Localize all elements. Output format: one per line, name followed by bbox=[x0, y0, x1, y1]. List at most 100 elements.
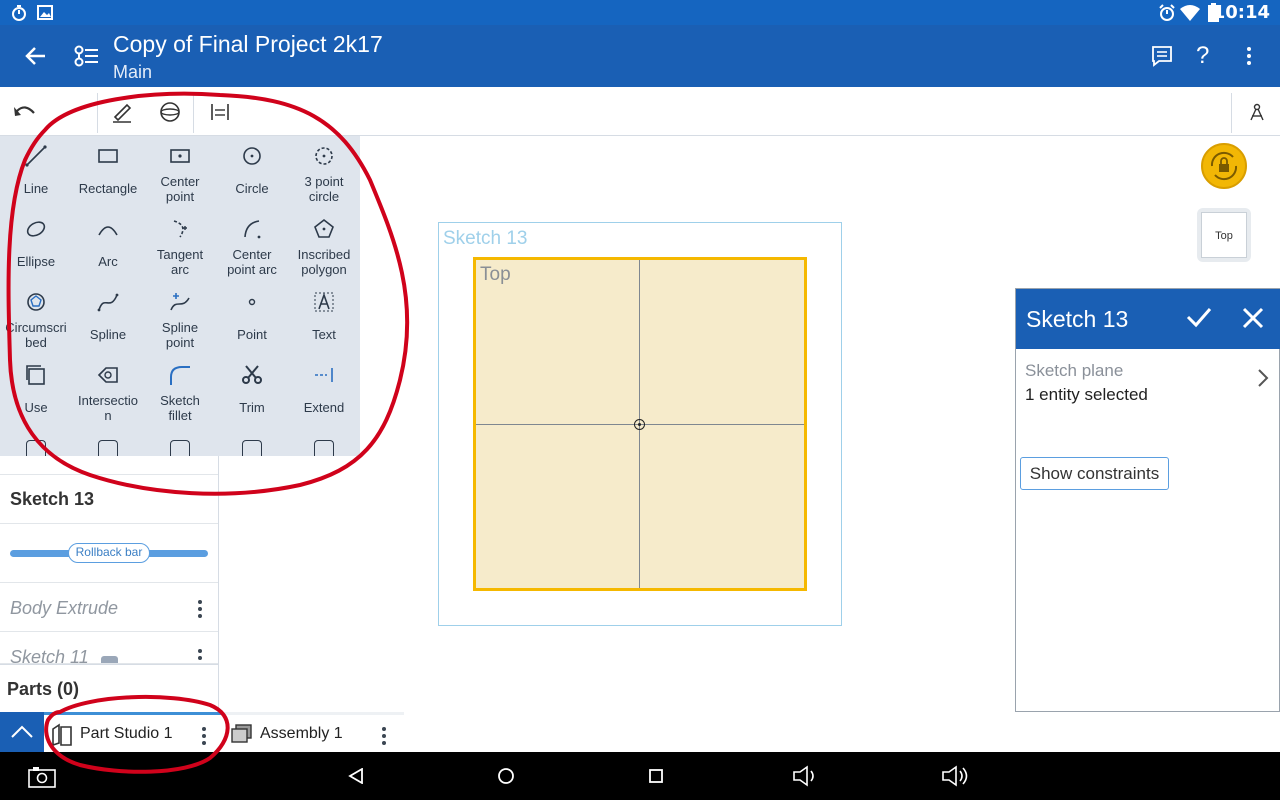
tool-tangent-arc[interactable]: Tangent arc bbox=[144, 209, 216, 282]
dialog-header: Sketch 13 bbox=[1016, 289, 1280, 349]
tool-label: Rectangle bbox=[78, 181, 138, 196]
compass-icon bbox=[1249, 103, 1264, 120]
spline-point-icon bbox=[170, 293, 190, 311]
sketch-plane-label: Sketch plane bbox=[1025, 361, 1124, 380]
sphere-icon bbox=[159, 101, 180, 122]
tool-spline[interactable]: Spline bbox=[72, 282, 144, 355]
sketch-tool-button[interactable] bbox=[97, 87, 146, 136]
tab-menu-icon[interactable] bbox=[201, 727, 207, 748]
point-icon bbox=[248, 298, 256, 306]
view-lock-button[interactable] bbox=[1201, 143, 1247, 189]
tool-spline-point[interactable]: Spline point bbox=[144, 282, 216, 355]
circumscribed-polygon-icon bbox=[27, 293, 45, 311]
tool-center-point-rectangle[interactable]: Center point bbox=[144, 136, 216, 209]
tool-trim[interactable]: Trim bbox=[216, 355, 288, 428]
tool-label: Tangent arc bbox=[156, 247, 204, 277]
tool-rectangle[interactable]: Rectangle bbox=[72, 136, 144, 209]
rollback-row[interactable]: Rollback bar bbox=[0, 524, 218, 583]
tool-extend[interactable]: Extend bbox=[288, 355, 360, 428]
feature-menu-icon[interactable] bbox=[197, 649, 203, 663]
tab-part-studio[interactable]: Part Studio 1 bbox=[44, 712, 222, 752]
circle-icon bbox=[243, 147, 261, 165]
back-arrow-icon[interactable] bbox=[25, 46, 47, 66]
partial-tool-icon[interactable] bbox=[242, 440, 262, 456]
feature-item-active[interactable]: Sketch 13 bbox=[0, 475, 218, 524]
3d-view-button[interactable] bbox=[145, 87, 194, 136]
list-scroll-handle[interactable] bbox=[101, 656, 118, 663]
tool-point[interactable]: Point bbox=[216, 282, 288, 355]
tool-use[interactable]: Use bbox=[0, 355, 72, 428]
tool-sketch-fillet[interactable]: Sketch fillet bbox=[144, 355, 216, 428]
view-cube-face[interactable]: Top bbox=[1201, 212, 1247, 258]
volume-up-icon[interactable] bbox=[941, 765, 971, 787]
origin-point[interactable] bbox=[634, 419, 645, 430]
tool-label: 3 point circle bbox=[304, 174, 344, 204]
toolbar bbox=[0, 87, 1280, 136]
recents-nav-icon[interactable] bbox=[648, 768, 664, 784]
undo-icon bbox=[13, 105, 35, 116]
feature-menu-icon[interactable] bbox=[197, 600, 203, 621]
tool-label: Center point bbox=[160, 174, 200, 204]
top-plane[interactable]: Top bbox=[473, 257, 807, 591]
use-icon bbox=[26, 365, 45, 385]
assembly-icon bbox=[231, 724, 252, 743]
partial-tool-icon[interactable] bbox=[26, 440, 46, 456]
tab-menu-icon[interactable] bbox=[381, 727, 387, 748]
tool-label: Use bbox=[24, 400, 48, 415]
tab-assembly[interactable]: Assembly 1 bbox=[222, 712, 404, 752]
tool-label: Line bbox=[23, 181, 49, 196]
partial-tool-icon[interactable] bbox=[98, 440, 118, 456]
sketch-tools-panel: Line Rectangle Center point Circle 3 point cir… bbox=[0, 136, 360, 456]
help-button[interactable]: ? bbox=[1196, 42, 1209, 70]
stopwatch-icon bbox=[12, 5, 26, 21]
clock: 10:14 bbox=[1212, 2, 1270, 23]
alarm-icon bbox=[1159, 4, 1175, 21]
tool-circumscribed-polygon[interactable]: Circumscri bed bbox=[0, 282, 72, 355]
accept-check-icon[interactable] bbox=[1186, 306, 1212, 328]
tangent-arc-icon bbox=[173, 220, 187, 238]
tool-label: Circumscri bed bbox=[5, 320, 67, 350]
tool-label: Point bbox=[237, 327, 267, 342]
partial-tool-icon[interactable] bbox=[314, 440, 334, 456]
close-icon[interactable] bbox=[1242, 307, 1264, 329]
sketch-plane-value: 1 entity selected bbox=[1025, 385, 1148, 404]
tool-circle[interactable]: Circle bbox=[216, 136, 288, 209]
back-nav-icon[interactable] bbox=[348, 768, 364, 784]
show-constraints-button[interactable]: Show constraints bbox=[1020, 457, 1169, 490]
system-nav-bar bbox=[0, 752, 1280, 800]
list-item[interactable]: Sketch 11 bbox=[0, 632, 218, 664]
feature-label: Sketch 11 bbox=[10, 647, 89, 664]
dimension-tool-button[interactable] bbox=[195, 87, 244, 136]
sketch-label: Sketch 13 bbox=[443, 228, 528, 249]
screenshot-icon[interactable] bbox=[27, 766, 57, 788]
partial-tool-icon[interactable] bbox=[170, 440, 190, 456]
home-nav-icon[interactable] bbox=[497, 767, 515, 785]
appearance-button[interactable] bbox=[1232, 87, 1280, 136]
expand-tabs-button[interactable] bbox=[0, 712, 44, 752]
comments-icon[interactable] bbox=[1151, 45, 1173, 67]
active-feature-label: Sketch 13 bbox=[10, 489, 95, 509]
overflow-menu-icon[interactable] bbox=[1246, 47, 1252, 68]
center-point-rectangle-icon bbox=[170, 149, 190, 163]
tool-intersection[interactable]: Intersectio n bbox=[72, 355, 144, 428]
tool-label: Sketch fillet bbox=[160, 393, 200, 423]
undo-button[interactable] bbox=[0, 87, 49, 136]
tool-ellipse[interactable]: Ellipse bbox=[0, 209, 72, 282]
status-bar: 10:14 bbox=[0, 0, 1280, 25]
tool-label: Inscribed polygon bbox=[297, 247, 351, 277]
feature-tree-icon[interactable] bbox=[73, 44, 99, 68]
tool-arc[interactable]: Arc bbox=[72, 209, 144, 282]
rollback-handle[interactable]: Rollback bar bbox=[68, 543, 150, 563]
parts-section[interactable]: Parts (0) bbox=[0, 664, 218, 712]
sketch-plane-field[interactable]: Sketch plane 1 entity selected bbox=[1016, 349, 1279, 409]
tool-text[interactable]: Text bbox=[288, 282, 360, 355]
view-cube[interactable]: Top bbox=[1197, 208, 1251, 262]
tool-center-point-arc[interactable]: Center point arc bbox=[216, 209, 288, 282]
plane-label: Top bbox=[480, 264, 511, 285]
volume-down-icon[interactable] bbox=[792, 765, 820, 787]
list-item[interactable]: Body Extrude bbox=[0, 583, 218, 632]
tool-three-point-circle[interactable]: 3 point circle bbox=[288, 136, 360, 209]
tool-line[interactable]: Line bbox=[0, 136, 72, 209]
image-notification-icon bbox=[37, 5, 53, 20]
tool-inscribed-polygon[interactable]: Inscribed polygon bbox=[288, 209, 360, 282]
